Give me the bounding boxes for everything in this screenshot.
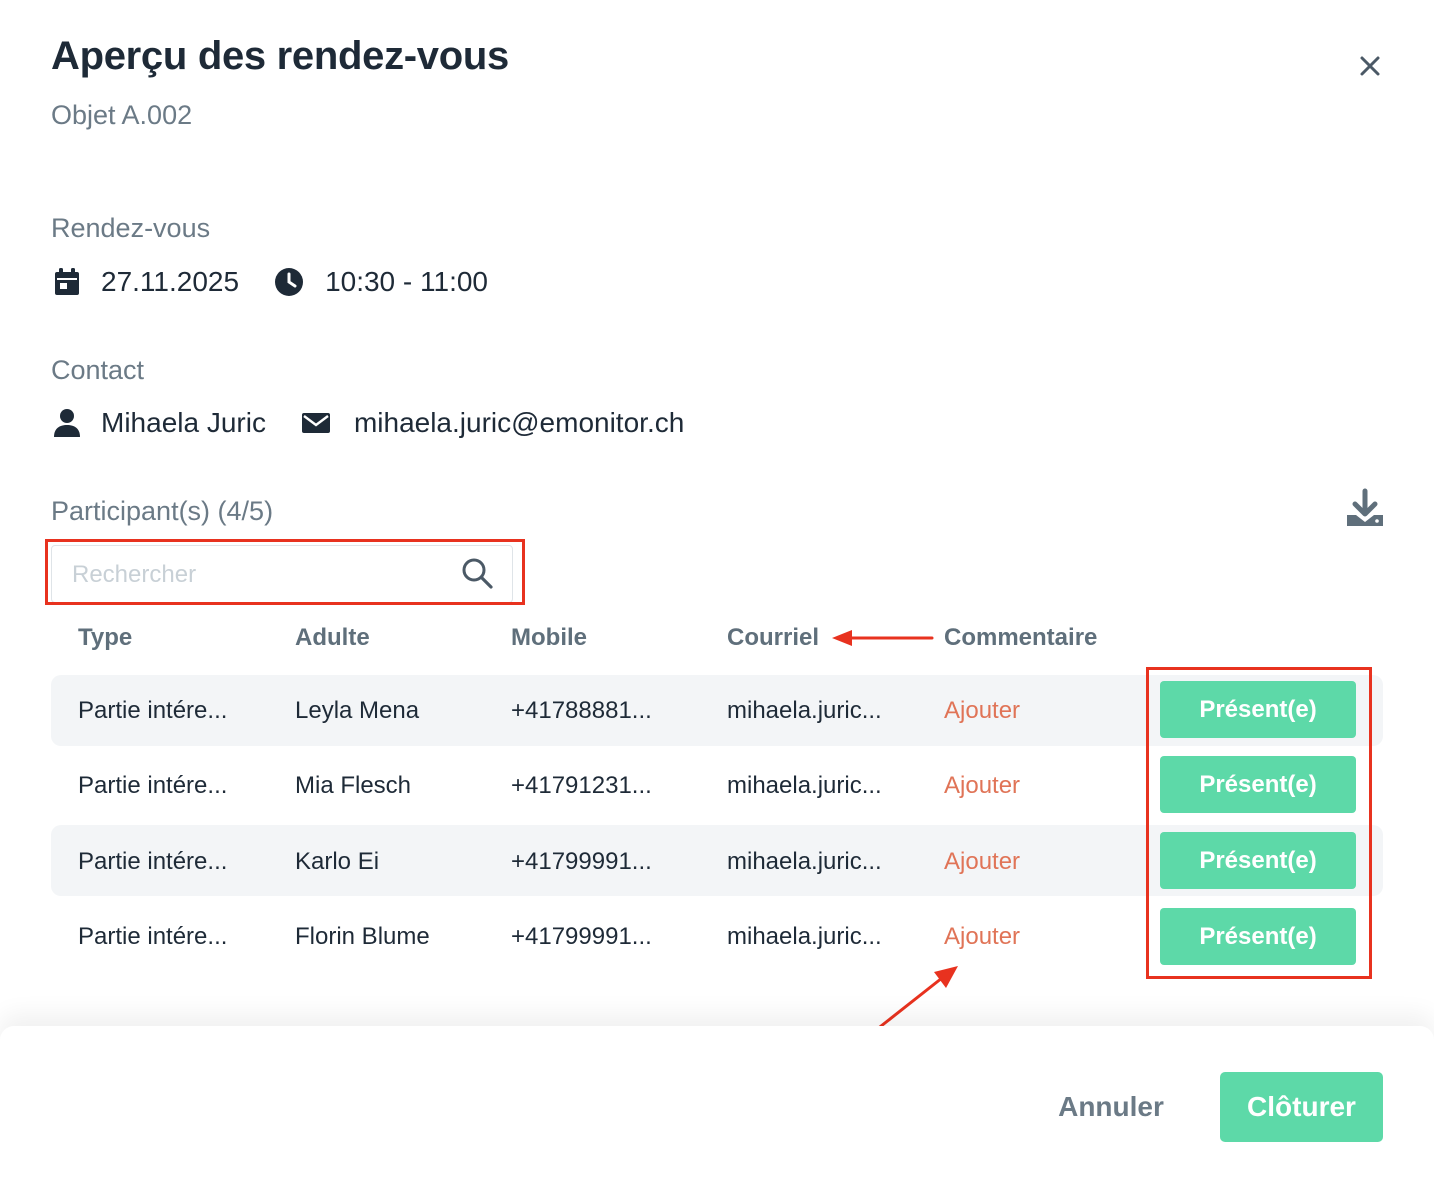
- cancel-button[interactable]: Annuler: [1040, 1072, 1182, 1142]
- row-adult: Florin Blume: [295, 923, 430, 950]
- close-icon: [1360, 56, 1380, 76]
- appointment-overview-modal: Aperçu des rendez-vous Objet A.002 Rende…: [0, 0, 1434, 1178]
- modal-footer: [0, 1026, 1434, 1178]
- row-type: Partie intére...: [78, 697, 228, 724]
- clock-icon: [273, 266, 305, 298]
- row-type: Partie intére...: [78, 848, 228, 875]
- contact-name: Mihaela Juric: [101, 407, 266, 438]
- row-email: mihaela.juric...: [727, 772, 882, 799]
- participants-section-label: Participant(s) (4/5): [51, 496, 274, 526]
- column-header-adult: Adulte: [295, 624, 370, 651]
- download-icon: [1347, 488, 1383, 526]
- close-button[interactable]: [1352, 48, 1388, 84]
- row-adult: Karlo Ei: [295, 848, 380, 875]
- row-email: mihaela.juric...: [727, 848, 882, 875]
- annotation-arrow-courriel: [832, 630, 934, 646]
- add-comment-link[interactable]: Ajouter: [944, 697, 1020, 725]
- add-comment-link[interactable]: Ajouter: [944, 848, 1020, 876]
- present-button[interactable]: Présent(e): [1160, 908, 1356, 965]
- search-icon[interactable]: [460, 556, 494, 590]
- row-email: mihaela.juric...: [727, 923, 882, 950]
- column-header-email: Courriel: [727, 624, 820, 651]
- row-type: Partie intére...: [78, 923, 228, 950]
- row-mobile: +41791231...: [511, 772, 652, 799]
- row-adult: Leyla Mena: [295, 697, 420, 724]
- column-header-type: Type: [78, 624, 133, 651]
- column-header-mobile: Mobile: [511, 624, 587, 651]
- envelope-icon: [300, 407, 332, 439]
- download-button[interactable]: [1344, 488, 1386, 530]
- add-comment-link[interactable]: Ajouter: [944, 923, 1020, 951]
- add-comment-link[interactable]: Ajouter: [944, 772, 1020, 800]
- search-input[interactable]: [70, 554, 444, 596]
- row-email: mihaela.juric...: [727, 697, 882, 724]
- appointment-section-label: Rendez-vous: [51, 213, 211, 243]
- contact-section-label: Contact: [51, 355, 145, 385]
- search-field[interactable]: [51, 545, 513, 603]
- appointment-time: 10:30 - 11:00: [325, 266, 489, 297]
- row-mobile: +41799991...: [511, 848, 652, 875]
- calendar-icon: [51, 266, 83, 298]
- row-type: Partie intére...: [78, 772, 228, 799]
- row-adult: Mia Flesch: [295, 772, 412, 799]
- page-subtitle: Objet A.002: [51, 100, 193, 130]
- contact-info: Mihaela Juric mihaela.juric@emonitor.ch: [51, 407, 684, 439]
- row-mobile: +41788881...: [511, 697, 652, 724]
- finish-button[interactable]: Clôturer: [1220, 1072, 1383, 1142]
- page-title: Aperçu des rendez-vous: [51, 34, 509, 78]
- row-mobile: +41799991...: [511, 923, 652, 950]
- appointment-date: 27.11.2025: [101, 266, 240, 297]
- appointment-info: 27.11.2025 10:30 - 11:00: [51, 266, 488, 298]
- column-header-comment: Commentaire: [944, 624, 1098, 651]
- present-button[interactable]: Présent(e): [1160, 681, 1356, 738]
- present-button[interactable]: Présent(e): [1160, 756, 1356, 813]
- user-icon: [51, 407, 83, 439]
- present-button[interactable]: Présent(e): [1160, 832, 1356, 889]
- contact-email: mihaela.juric@emonitor.ch: [353, 407, 685, 438]
